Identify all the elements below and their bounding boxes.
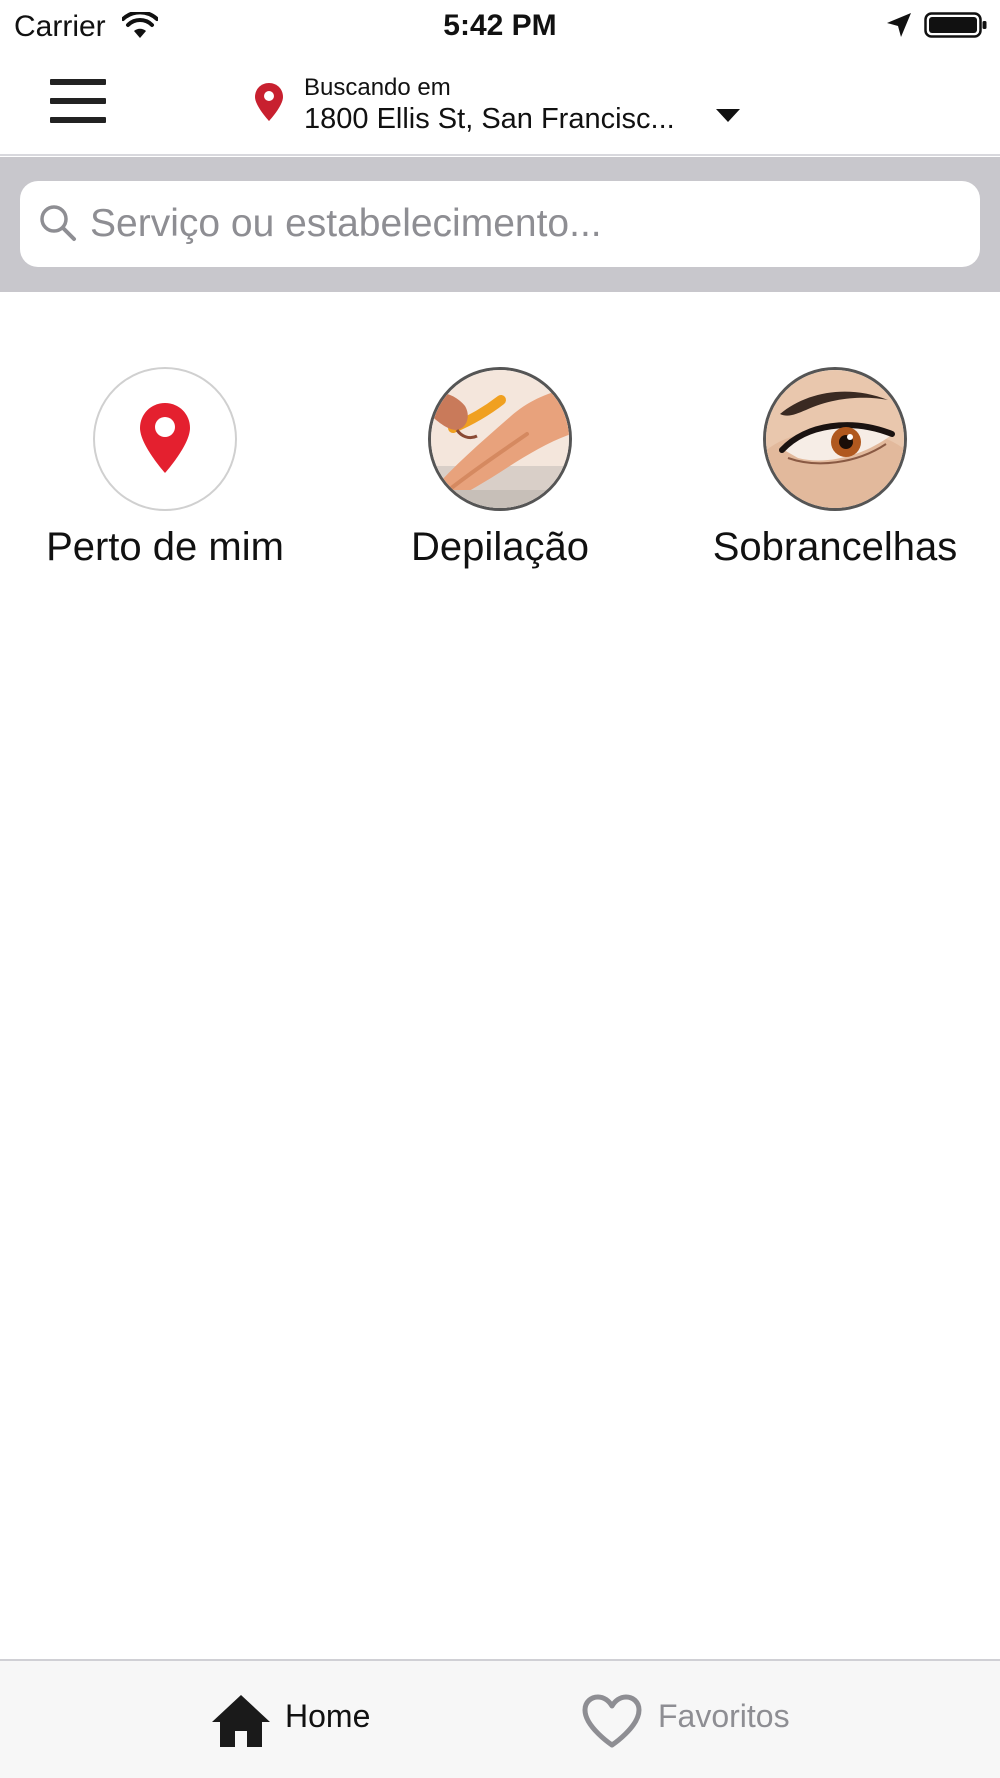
home-icon [212, 1695, 270, 1747]
tab-label: Home [285, 1698, 371, 1734]
category-near-me[interactable]: Perto de mim [15, 367, 315, 587]
hamburger-menu-icon [50, 98, 106, 104]
search-icon [40, 205, 76, 241]
searching-in-label: Buscando em [304, 74, 451, 101]
triangle-down-icon[interactable] [710, 100, 746, 130]
clock-time: 5:42 PM [443, 9, 557, 42]
category-icon-circle [93, 367, 237, 511]
search-bar-container [0, 157, 1000, 292]
tab-home[interactable]: Home [200, 1661, 500, 1778]
menu-button[interactable] [48, 79, 108, 125]
hamburger-menu-icon [50, 79, 106, 85]
location-header: Buscando em 1800 Ellis St, San Francisc.… [0, 52, 1000, 156]
tab-favorites[interactable]: Favoritos [575, 1661, 875, 1778]
category-label: Sobrancelhas [712, 525, 958, 569]
location-arrow-icon [887, 13, 911, 37]
search-input[interactable] [90, 191, 960, 257]
map-pin-icon [255, 83, 283, 121]
tab-bar: Home Favoritos [0, 1659, 1000, 1778]
category-eyebrows[interactable]: Sobrancelhas [685, 367, 985, 587]
category-label: Depilação [411, 525, 589, 569]
eyebrow-photo [763, 367, 907, 511]
heart-icon [582, 1694, 642, 1748]
status-bar: Carrier 5:42 PM [0, 0, 1000, 52]
tab-label: Favoritos [658, 1698, 790, 1734]
category-label: Perto de mim [46, 525, 284, 569]
battery-icon [924, 12, 987, 38]
search-box[interactable] [20, 181, 980, 267]
waxing-photo [428, 367, 572, 511]
map-pin-icon [140, 403, 190, 473]
hamburger-menu-icon [50, 117, 106, 123]
current-location-text[interactable]: 1800 Ellis St, San Francisc... [304, 103, 675, 136]
category-waxing[interactable]: Depilação [350, 367, 650, 587]
